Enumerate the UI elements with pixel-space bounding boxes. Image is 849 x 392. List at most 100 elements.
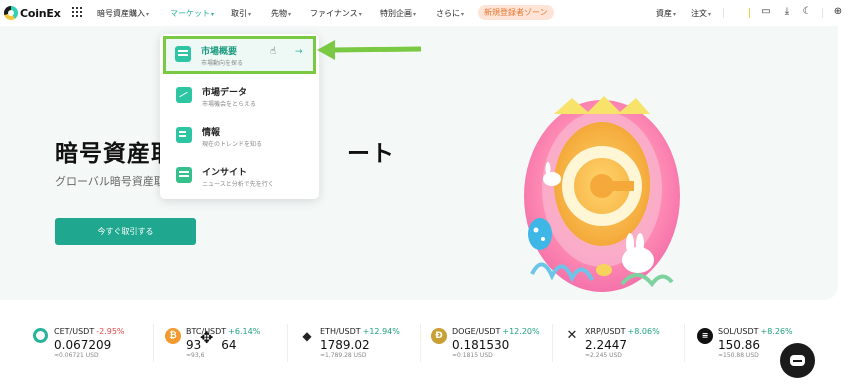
- chat-support-button[interactable]: [780, 343, 815, 378]
- ticker-pair-name: ETH/USDT: [320, 327, 361, 336]
- ticker-pair-name: XRP/USDT: [585, 327, 626, 336]
- chevron-down-icon: ▾: [146, 11, 150, 18]
- menu-item-market-data[interactable]: 市場データ 市場機会をとらえる: [164, 78, 315, 114]
- ticker-usd: ≈0.1815 USD: [452, 352, 493, 359]
- ticker-price: 1789.02: [320, 338, 370, 352]
- ticker-eth[interactable]: ◆ ETH/USDT +12.94% 1789.02 ≈1,789.28 USD: [299, 316, 429, 364]
- ticker-pair: CET/USDT -2.95%: [54, 327, 125, 336]
- chevron-down-icon: ▾: [673, 11, 677, 18]
- logo-text: CoinEx: [20, 6, 61, 20]
- apps-grid-icon[interactable]: [72, 7, 82, 17]
- ticker-change: +8.06%: [627, 327, 660, 336]
- btc-icon: ₿: [165, 328, 181, 344]
- insight-icon: [176, 167, 192, 183]
- nav-divider: [723, 8, 724, 18]
- annotation-arrow-icon: [317, 40, 421, 60]
- menu-item-title: 情報: [202, 128, 221, 138]
- ticker-divider: [684, 324, 685, 362]
- ticker-divider: [287, 324, 288, 362]
- menu-item-market-overview[interactable]: 市場概要 市場動向を探る ☝ →: [163, 36, 316, 74]
- new-user-zone-badge[interactable]: 新規登録者ゾーン: [478, 5, 554, 20]
- top-navbar: CoinEx 暗号資産購入▾ マーケット▾ 取引▾ 先物▾ ファイナンス▾ 特別…: [0, 0, 849, 26]
- menu-item-desc: ニュースと分析で先を行く: [202, 181, 274, 188]
- ticker-usd: ≈1,789.28 USD: [320, 352, 367, 359]
- menu-item-information[interactable]: 情報 現在のトレンドを知る: [164, 118, 315, 154]
- nav-buy-crypto-label: 暗号資産購入: [97, 9, 145, 18]
- ticker-btc[interactable]: ₿ BTC/USDT +6.14% 93 64 ≈93,6: [165, 316, 295, 364]
- nav-assets[interactable]: 資産▾: [656, 8, 676, 19]
- ticker-xrp[interactable]: ✕ XRP/USDT +8.06% 2.2447 ≈2.245 USD: [564, 316, 694, 364]
- globe-language-icon[interactable]: ⊕: [832, 6, 844, 18]
- nav-futures[interactable]: 先物▾: [271, 8, 291, 19]
- nav-orders-label: 注文: [691, 9, 707, 18]
- arrow-right-icon: →: [295, 47, 303, 57]
- nav-accent-mark: [749, 8, 750, 18]
- ticker-cet[interactable]: CET/USDT -2.95% 0.067209 ≈0.06721 USD: [33, 316, 163, 364]
- easter-egg-illustration: [512, 84, 692, 294]
- ticker-divider: [552, 324, 553, 362]
- ticker-strip: CET/USDT -2.95% 0.067209 ≈0.06721 USD ₿ B…: [0, 316, 849, 392]
- ticker-change: +12.94%: [362, 327, 400, 336]
- ticker-pair: ETH/USDT +12.94%: [320, 327, 400, 336]
- nav-futures-label: 先物: [271, 9, 287, 18]
- menu-item-desc: 現在のトレンドを知る: [202, 141, 263, 148]
- nav-orders[interactable]: 注文▾: [691, 8, 711, 19]
- ticker-change: +8.26%: [760, 327, 793, 336]
- market-data-icon: [176, 87, 192, 103]
- ticker-usd: ≈0.06721 USD: [54, 352, 99, 359]
- nav-finance-label: ファイナンス: [310, 9, 358, 18]
- chevron-down-icon: ▾: [413, 11, 417, 18]
- menu-item-desc: 市場動向を探る: [201, 60, 244, 67]
- ticker-usd: ≈93,6: [186, 352, 205, 359]
- nav-trade-label: 取引: [231, 9, 247, 18]
- ticker-pair-name: SOL/USDT: [718, 327, 759, 336]
- nav-markets[interactable]: マーケット▾: [170, 8, 214, 19]
- message-icon[interactable]: ▭: [760, 6, 772, 18]
- ticker-price-head: 93: [186, 338, 202, 352]
- hero-title-tail: ート: [347, 141, 395, 167]
- menu-item-insight[interactable]: インサイト ニュースと分析で先を行く: [164, 158, 315, 194]
- doge-icon: Ð: [431, 328, 447, 344]
- nav-assets-label: 資産: [656, 9, 672, 18]
- xrp-icon: ✕: [564, 328, 580, 344]
- nav-divider: [822, 8, 823, 18]
- nav-more-label: さらに: [436, 9, 460, 18]
- ticker-change: -2.95%: [96, 327, 125, 336]
- ticker-pair: DOGE/USDT +12.20%: [452, 327, 540, 336]
- ticker-change: +6.14%: [228, 327, 261, 336]
- information-icon: [176, 127, 192, 143]
- sol-icon: ≡: [697, 328, 713, 344]
- hero-title-text: 暗号資産取: [55, 141, 175, 167]
- menu-item-title: 市場データ: [202, 88, 248, 98]
- download-icon[interactable]: ⤓: [781, 6, 793, 18]
- nav-special-label: 特別企画: [380, 9, 412, 18]
- ticker-pair-name: CET/USDT: [54, 327, 95, 336]
- nav-trade[interactable]: 取引▾: [231, 8, 251, 19]
- hand-pointer-cursor-icon: ☝: [270, 46, 277, 57]
- ticker-pair: BTC/USDT +6.14%: [186, 327, 260, 336]
- menu-item-title: 市場概要: [201, 47, 238, 57]
- chevron-down-icon: ▾: [461, 11, 465, 18]
- ticker-change: +12.20%: [502, 327, 540, 336]
- nav-markets-label: マーケット: [170, 9, 210, 18]
- nav-more[interactable]: さらに▾: [436, 8, 464, 19]
- chevron-down-icon: ▾: [288, 11, 292, 18]
- hero-banner: 暗号資産取 ート グローバル暗号資産取 今すぐ取引する: [0, 26, 838, 300]
- ticker-pair: SOL/USDT +8.26%: [718, 327, 793, 336]
- chevron-down-icon: ▾: [358, 11, 362, 18]
- menu-item-desc: 市場機会をとらえる: [202, 101, 256, 108]
- nav-finance[interactable]: ファイナンス▾: [310, 8, 362, 19]
- menu-item-title: インサイト: [202, 168, 248, 178]
- ticker-usd: ≈150.88 USD: [718, 352, 759, 359]
- chevron-down-icon: ▾: [248, 11, 252, 18]
- ticker-doge[interactable]: Ð DOGE/USDT +12.20% 0.181530 ≈0.1815 USD: [431, 316, 561, 364]
- chevron-down-icon: ▾: [708, 11, 712, 18]
- nav-special[interactable]: 特別企画▾: [380, 8, 416, 19]
- coinex-logo[interactable]: CoinEx: [4, 6, 61, 20]
- nav-buy-crypto[interactable]: 暗号資産購入▾: [97, 8, 149, 19]
- dark-mode-moon-icon[interactable]: ☾: [801, 6, 813, 18]
- chevron-down-icon: ▾: [211, 11, 215, 18]
- trade-now-button[interactable]: 今すぐ取引する: [55, 218, 196, 245]
- ticker-price-tail: 64: [221, 338, 237, 352]
- ticker-price: 2.2447: [585, 338, 627, 352]
